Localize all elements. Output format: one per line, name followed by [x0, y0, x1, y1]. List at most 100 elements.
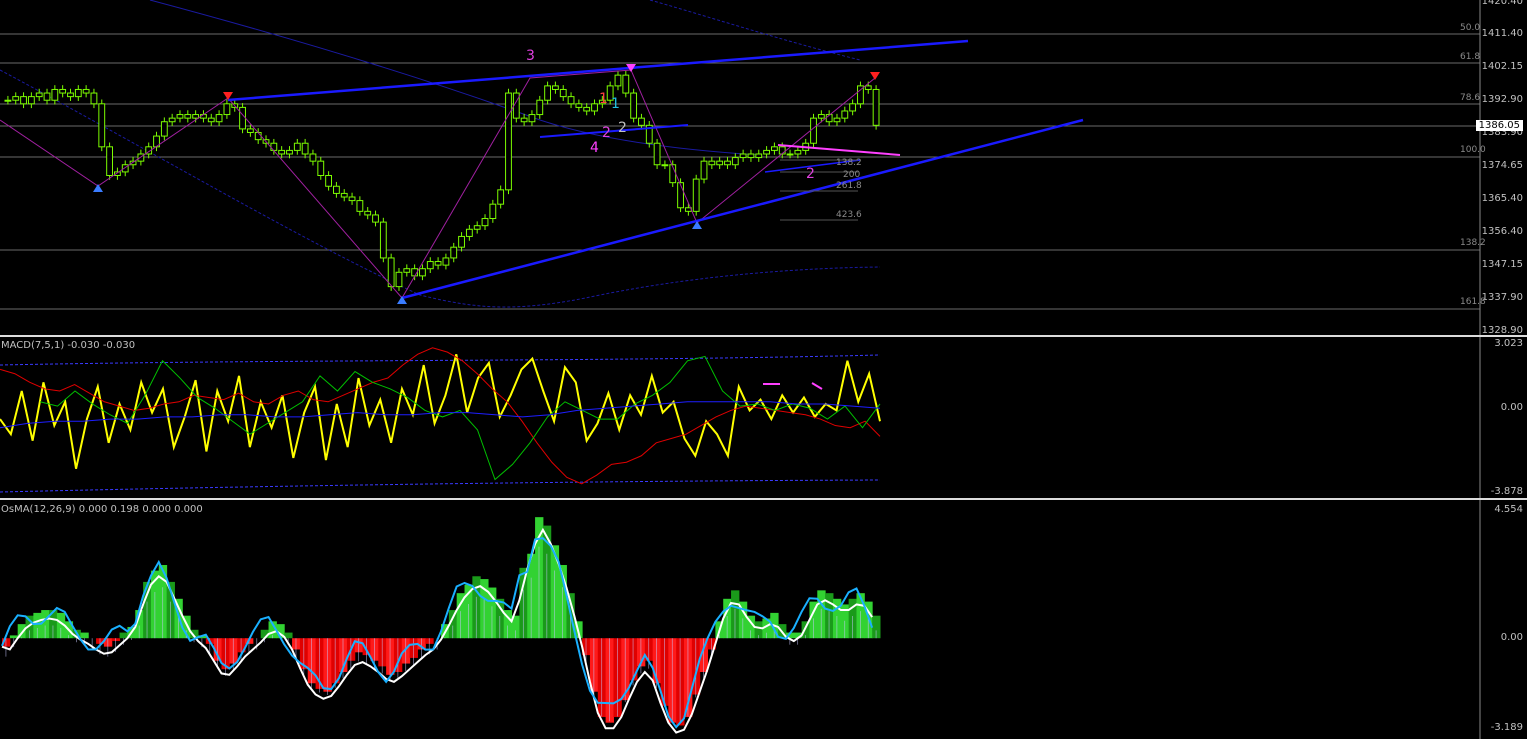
up-arrow-icon [93, 184, 103, 192]
candle-body [82, 88, 90, 94]
candle-body [239, 106, 246, 130]
candle-body [771, 146, 778, 151]
candle-body [333, 185, 340, 194]
candle-body [872, 88, 880, 126]
moving-average [149, 0, 761, 156]
candle-body [90, 92, 98, 105]
candle-body [849, 103, 857, 112]
candle-body [528, 114, 536, 123]
macd-title: MACD(7,5,1) -0.030 -0.030 [1, 340, 136, 351]
candle-body [786, 153, 794, 156]
osma-tick-label: 4.554 [1494, 504, 1523, 515]
price-tick-label: 1392.90 [1481, 94, 1523, 105]
fib-level-label: 61.8 [1460, 52, 1481, 62]
candle-body [67, 92, 74, 98]
candle-body [481, 218, 489, 227]
macd-chart[interactable] [0, 337, 1527, 498]
fib-level-label: 423.6 [836, 210, 862, 220]
wave-label: 2 [618, 120, 627, 136]
candle-body [74, 88, 82, 98]
candle-body [731, 157, 739, 166]
fib-level-label: 50.0 [1460, 23, 1481, 33]
candle-body [559, 88, 567, 98]
candle-body [184, 114, 192, 119]
candle-body [387, 257, 395, 288]
signal-marker [811, 382, 823, 390]
candle-body [176, 114, 184, 119]
band-line [0, 354, 881, 366]
price-tick-label: 1411.40 [1481, 28, 1523, 39]
candle-body [794, 149, 802, 155]
fib-level-label: 138.2 [1460, 238, 1486, 248]
candle-body [465, 228, 473, 237]
fib-level-label: 78.6 [1460, 93, 1481, 103]
fib-level-label: 261.8 [836, 181, 862, 191]
candle-body [426, 261, 434, 270]
osma-chart[interactable] [0, 500, 1527, 739]
price-tick-label: 1365.40 [1481, 193, 1523, 204]
candle-body [763, 149, 771, 155]
candle-body [98, 103, 106, 148]
candle-body [325, 174, 332, 187]
candle-body [536, 99, 544, 116]
candle-body [309, 153, 317, 162]
candle-body [27, 96, 35, 105]
macd-tick-label: 0.00 [1500, 402, 1523, 413]
candle-body [622, 74, 630, 94]
candle-body [395, 271, 403, 288]
candle-body [653, 142, 661, 166]
price-chart[interactable] [0, 0, 1527, 335]
candle-body [755, 153, 763, 159]
fib-level-label: 161.8 [1460, 297, 1486, 307]
macd-panel[interactable]: MACD(7,5,1) -0.030 -0.030 3.023 0.00 -3.87… [0, 337, 1527, 498]
candle-body [473, 225, 481, 230]
candle-body [59, 88, 67, 94]
wave-label: 2 [806, 166, 815, 182]
candle-body [778, 146, 786, 155]
candle-body [591, 103, 598, 112]
candle-body [442, 257, 450, 266]
candle-body [192, 114, 200, 119]
candle-body [364, 210, 372, 216]
candle-body [270, 142, 278, 151]
fib-level-label: 100.0 [1460, 145, 1486, 155]
macd-series-yellow [0, 354, 881, 469]
wave-label: 3 [526, 48, 535, 64]
candle-body [207, 117, 215, 123]
current-price-badge: 1386.05 [1475, 120, 1523, 131]
osma-title: OsMA(12,26,9) 0.000 0.198 0.000 0.000 [1, 504, 203, 515]
down-arrow-icon [870, 72, 880, 80]
candle-body [348, 196, 356, 202]
candle-body [708, 160, 716, 166]
candle-body [51, 88, 59, 101]
candle-body [630, 92, 638, 119]
candle-body [372, 214, 379, 223]
candle-body [301, 142, 309, 155]
candle-body [614, 74, 622, 87]
candle-body [340, 192, 348, 198]
candle-body [160, 121, 168, 137]
candle-body [12, 96, 20, 101]
candle-body [168, 117, 176, 123]
candle-body [810, 117, 817, 144]
wave-label: 2 [602, 125, 611, 141]
candle-body [552, 85, 559, 90]
price-panel[interactable]: 1420.40 1411.40 1402.15 1392.90 1383.90 1374.… [0, 0, 1527, 336]
wave-label: 1 [599, 91, 608, 107]
candle-body [419, 268, 426, 277]
moving-average [0, 69, 881, 308]
candle-body [700, 160, 708, 180]
trendline [401, 118, 1084, 300]
osma-panel[interactable]: OsMA(12,26,9) 0.000 0.198 0.000 0.000 4.… [0, 500, 1527, 739]
candle-body [817, 114, 825, 119]
candle-body [583, 106, 591, 112]
trendline [227, 39, 969, 102]
candle-body [544, 85, 552, 101]
candle-body [35, 92, 43, 98]
candle-body [724, 160, 731, 166]
price-tick-label: 1347.15 [1481, 259, 1523, 270]
osma-tick-label: -3.189 [1490, 722, 1523, 733]
fib-level-label: 138.2 [836, 158, 862, 168]
candle-body [692, 178, 700, 212]
price-tick-label: 1374.65 [1481, 160, 1523, 171]
